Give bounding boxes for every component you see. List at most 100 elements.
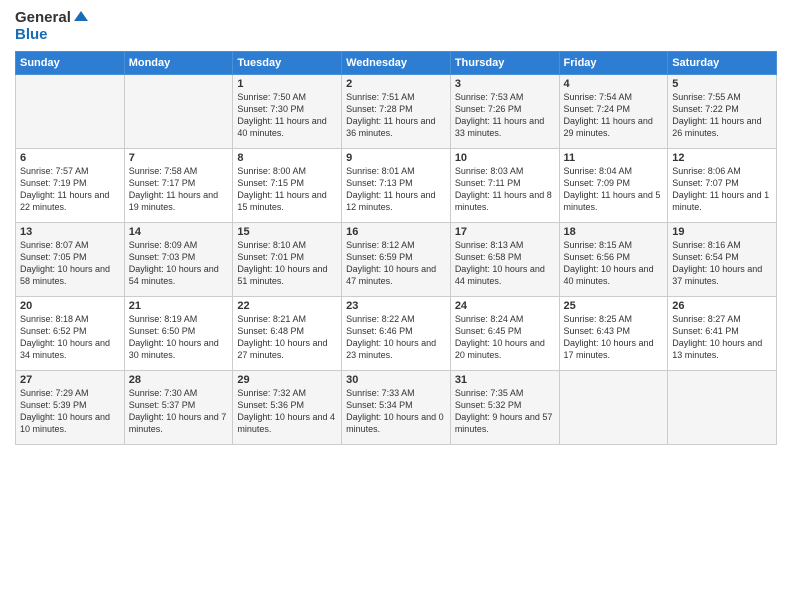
day-number: 5: [672, 78, 772, 90]
weekday-header-wednesday: Wednesday: [342, 52, 451, 75]
daylight-text: Daylight: 10 hours and 13 minutes.: [672, 338, 762, 360]
daylight-text: Daylight: 10 hours and 54 minutes.: [129, 264, 219, 286]
calendar-cell: 24 Sunrise: 8:24 AM Sunset: 6:45 PM Dayl…: [450, 297, 559, 371]
day-info: Sunrise: 8:00 AM Sunset: 7:15 PM Dayligh…: [237, 165, 337, 214]
weekday-header-monday: Monday: [124, 52, 233, 75]
sunrise-text: Sunrise: 7:55 AM: [672, 92, 741, 102]
day-number: 13: [20, 226, 120, 238]
sunset-text: Sunset: 6:59 PM: [346, 252, 413, 262]
day-info: Sunrise: 8:19 AM Sunset: 6:50 PM Dayligh…: [129, 313, 229, 362]
day-info: Sunrise: 7:54 AM Sunset: 7:24 PM Dayligh…: [564, 91, 664, 140]
logo: General Blue: [15, 10, 88, 43]
calendar-cell: 12 Sunrise: 8:06 AM Sunset: 7:07 PM Dayl…: [668, 149, 777, 223]
day-number: 31: [455, 374, 555, 386]
sunset-text: Sunset: 7:24 PM: [564, 104, 631, 114]
calendar-cell: 27 Sunrise: 7:29 AM Sunset: 5:39 PM Dayl…: [16, 371, 125, 445]
daylight-text: Daylight: 10 hours and 47 minutes.: [346, 264, 436, 286]
sunset-text: Sunset: 6:41 PM: [672, 326, 739, 336]
day-number: 3: [455, 78, 555, 90]
daylight-text: Daylight: 11 hours and 15 minutes.: [237, 190, 326, 212]
sunrise-text: Sunrise: 7:54 AM: [564, 92, 633, 102]
logo-blue: Blue: [15, 27, 88, 44]
sunset-text: Sunset: 6:58 PM: [455, 252, 522, 262]
calendar-cell: 9 Sunrise: 8:01 AM Sunset: 7:13 PM Dayli…: [342, 149, 451, 223]
daylight-text: Daylight: 11 hours and 36 minutes.: [346, 116, 435, 138]
calendar-cell: 7 Sunrise: 7:58 AM Sunset: 7:17 PM Dayli…: [124, 149, 233, 223]
calendar-cell: 30 Sunrise: 7:33 AM Sunset: 5:34 PM Dayl…: [342, 371, 451, 445]
daylight-text: Daylight: 11 hours and 40 minutes.: [237, 116, 326, 138]
day-number: 9: [346, 152, 446, 164]
day-number: 18: [564, 226, 664, 238]
day-info: Sunrise: 8:25 AM Sunset: 6:43 PM Dayligh…: [564, 313, 664, 362]
weekday-header-thursday: Thursday: [450, 52, 559, 75]
day-number: 14: [129, 226, 229, 238]
sunset-text: Sunset: 5:32 PM: [455, 400, 522, 410]
sunset-text: Sunset: 7:09 PM: [564, 178, 631, 188]
sunset-text: Sunset: 6:45 PM: [455, 326, 522, 336]
calendar-cell: 17 Sunrise: 8:13 AM Sunset: 6:58 PM Dayl…: [450, 223, 559, 297]
day-info: Sunrise: 8:09 AM Sunset: 7:03 PM Dayligh…: [129, 239, 229, 288]
daylight-text: Daylight: 10 hours and 4 minutes.: [237, 412, 335, 434]
sunrise-text: Sunrise: 8:15 AM: [564, 240, 633, 250]
day-info: Sunrise: 8:12 AM Sunset: 6:59 PM Dayligh…: [346, 239, 446, 288]
sunset-text: Sunset: 7:15 PM: [237, 178, 304, 188]
calendar-cell: 25 Sunrise: 8:25 AM Sunset: 6:43 PM Dayl…: [559, 297, 668, 371]
sunrise-text: Sunrise: 8:01 AM: [346, 166, 415, 176]
day-number: 26: [672, 300, 772, 312]
sunset-text: Sunset: 7:11 PM: [455, 178, 521, 188]
calendar-cell: 31 Sunrise: 7:35 AM Sunset: 5:32 PM Dayl…: [450, 371, 559, 445]
sunset-text: Sunset: 7:30 PM: [237, 104, 304, 114]
day-info: Sunrise: 8:15 AM Sunset: 6:56 PM Dayligh…: [564, 239, 664, 288]
day-info: Sunrise: 8:07 AM Sunset: 7:05 PM Dayligh…: [20, 239, 120, 288]
week-row-3: 13 Sunrise: 8:07 AM Sunset: 7:05 PM Dayl…: [16, 223, 777, 297]
sunset-text: Sunset: 7:13 PM: [346, 178, 413, 188]
daylight-text: Daylight: 10 hours and 30 minutes.: [129, 338, 219, 360]
daylight-text: Daylight: 10 hours and 51 minutes.: [237, 264, 327, 286]
sunset-text: Sunset: 6:46 PM: [346, 326, 413, 336]
week-row-4: 20 Sunrise: 8:18 AM Sunset: 6:52 PM Dayl…: [16, 297, 777, 371]
calendar-cell: 15 Sunrise: 8:10 AM Sunset: 7:01 PM Dayl…: [233, 223, 342, 297]
week-row-1: 1 Sunrise: 7:50 AM Sunset: 7:30 PM Dayli…: [16, 75, 777, 149]
day-number: 22: [237, 300, 337, 312]
day-number: 4: [564, 78, 664, 90]
sunset-text: Sunset: 5:36 PM: [237, 400, 304, 410]
day-number: 27: [20, 374, 120, 386]
day-info: Sunrise: 7:30 AM Sunset: 5:37 PM Dayligh…: [129, 387, 229, 436]
calendar-table: SundayMondayTuesdayWednesdayThursdayFrid…: [15, 51, 777, 445]
day-info: Sunrise: 8:03 AM Sunset: 7:11 PM Dayligh…: [455, 165, 555, 214]
daylight-text: Daylight: 10 hours and 7 minutes.: [129, 412, 227, 434]
day-info: Sunrise: 8:24 AM Sunset: 6:45 PM Dayligh…: [455, 313, 555, 362]
sunrise-text: Sunrise: 7:50 AM: [237, 92, 306, 102]
day-info: Sunrise: 7:29 AM Sunset: 5:39 PM Dayligh…: [20, 387, 120, 436]
day-info: Sunrise: 7:50 AM Sunset: 7:30 PM Dayligh…: [237, 91, 337, 140]
sunset-text: Sunset: 6:56 PM: [564, 252, 631, 262]
daylight-text: Daylight: 11 hours and 19 minutes.: [129, 190, 218, 212]
sunrise-text: Sunrise: 7:35 AM: [455, 388, 524, 398]
daylight-text: Daylight: 10 hours and 17 minutes.: [564, 338, 654, 360]
day-info: Sunrise: 7:32 AM Sunset: 5:36 PM Dayligh…: [237, 387, 337, 436]
sunset-text: Sunset: 7:28 PM: [346, 104, 413, 114]
day-number: 10: [455, 152, 555, 164]
weekday-header-friday: Friday: [559, 52, 668, 75]
sunrise-text: Sunrise: 8:22 AM: [346, 314, 415, 324]
daylight-text: Daylight: 11 hours and 29 minutes.: [564, 116, 653, 138]
sunrise-text: Sunrise: 8:00 AM: [237, 166, 306, 176]
calendar-cell: 3 Sunrise: 7:53 AM Sunset: 7:26 PM Dayli…: [450, 75, 559, 149]
calendar-cell: 1 Sunrise: 7:50 AM Sunset: 7:30 PM Dayli…: [233, 75, 342, 149]
calendar-cell: 8 Sunrise: 8:00 AM Sunset: 7:15 PM Dayli…: [233, 149, 342, 223]
day-number: 25: [564, 300, 664, 312]
day-number: 1: [237, 78, 337, 90]
sunset-text: Sunset: 7:01 PM: [237, 252, 304, 262]
daylight-text: Daylight: 11 hours and 1 minute.: [672, 190, 769, 212]
daylight-text: Daylight: 9 hours and 57 minutes.: [455, 412, 553, 434]
sunrise-text: Sunrise: 7:53 AM: [455, 92, 524, 102]
day-number: 30: [346, 374, 446, 386]
day-info: Sunrise: 8:10 AM Sunset: 7:01 PM Dayligh…: [237, 239, 337, 288]
daylight-text: Daylight: 11 hours and 8 minutes.: [455, 190, 552, 212]
daylight-text: Daylight: 11 hours and 33 minutes.: [455, 116, 544, 138]
sunrise-text: Sunrise: 7:57 AM: [20, 166, 89, 176]
sunset-text: Sunset: 6:54 PM: [672, 252, 739, 262]
calendar-cell: 28 Sunrise: 7:30 AM Sunset: 5:37 PM Dayl…: [124, 371, 233, 445]
sunrise-text: Sunrise: 8:19 AM: [129, 314, 198, 324]
day-info: Sunrise: 7:35 AM Sunset: 5:32 PM Dayligh…: [455, 387, 555, 436]
